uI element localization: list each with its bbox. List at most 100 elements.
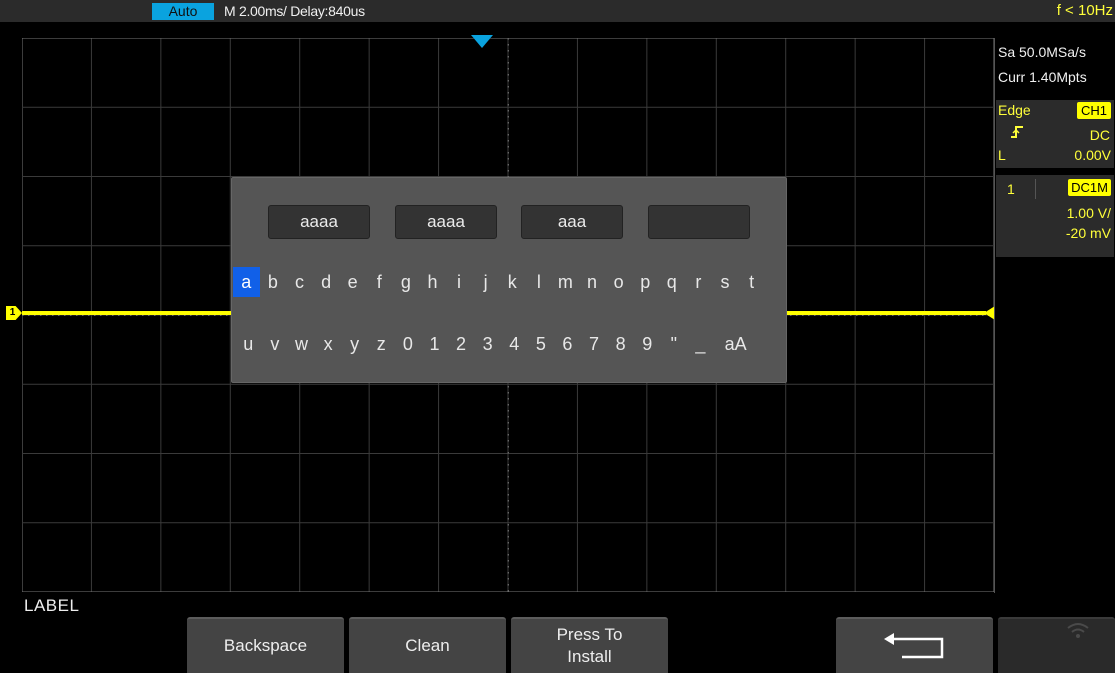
channel-scale: 1.00 V/ <box>1066 205 1111 221</box>
center-v-dot <box>507 44 509 46</box>
channel1-info-box[interactable]: 1 DC1M 1.00 V/ -20 mV <box>996 175 1114 257</box>
center-v-dot <box>507 464 509 466</box>
center-v-dot <box>507 482 509 484</box>
key-1[interactable]: v <box>262 329 289 359</box>
key-15[interactable]: p <box>632 267 659 297</box>
center-v-dot <box>507 536 509 538</box>
label-slot-1[interactable]: aaaa <box>268 205 370 239</box>
key-2[interactable]: c <box>286 267 313 297</box>
clean-button[interactable]: Clean <box>349 617 506 673</box>
backspace-button[interactable]: Backspace <box>187 617 344 673</box>
center-v-dot <box>507 506 509 508</box>
key-14[interactable]: o <box>605 267 632 297</box>
key-7[interactable]: h <box>419 267 446 297</box>
key-2[interactable]: w <box>288 329 315 359</box>
key-10[interactable]: k <box>499 267 526 297</box>
center-v-dot <box>507 128 509 130</box>
center-v-dot <box>507 572 509 574</box>
wifi-status-softkey <box>998 617 1115 673</box>
center-v-dot <box>507 152 509 154</box>
ch1-offset-marker[interactable]: 1 <box>6 306 22 320</box>
center-v-dot <box>507 452 509 454</box>
center-v-dot <box>507 74 509 76</box>
frequency-readout: f < 10Hz <box>1056 2 1113 19</box>
channel-offset: -20 mV <box>1065 225 1111 241</box>
key-6[interactable]: 0 <box>395 329 422 359</box>
key-19[interactable]: t <box>738 267 765 297</box>
key-8[interactable]: 2 <box>448 329 475 359</box>
key-18[interactable]: aA <box>714 329 758 359</box>
run-mode-badge[interactable]: Auto <box>152 3 214 20</box>
label-slot-3[interactable]: aaa <box>521 205 623 239</box>
center-v-dot <box>507 530 509 532</box>
key-15[interactable]: 9 <box>634 329 661 359</box>
key-16[interactable]: " <box>661 329 688 359</box>
center-v-dot <box>507 434 509 436</box>
center-v-dot <box>507 584 509 586</box>
key-9[interactable]: 3 <box>474 329 501 359</box>
center-v-dot <box>507 578 509 580</box>
center-v-dot <box>507 422 509 424</box>
key-11[interactable]: 5 <box>528 329 555 359</box>
key-16[interactable]: q <box>659 267 686 297</box>
key-17[interactable]: _ <box>687 329 714 359</box>
key-13[interactable]: n <box>579 267 606 297</box>
center-v-dot <box>507 122 509 124</box>
key-12[interactable]: 6 <box>554 329 581 359</box>
key-8[interactable]: i <box>446 267 473 297</box>
trigger-info-box[interactable]: Edge CH1 DC L 0.00V <box>996 100 1114 168</box>
key-5[interactable]: z <box>368 329 395 359</box>
center-v-dot <box>507 404 509 406</box>
center-v-dot <box>507 38 509 40</box>
key-0[interactable]: u <box>235 329 262 359</box>
key-row-2: u v w x y z 0 1 2 3 4 5 6 7 8 9 " _ aA <box>235 329 758 359</box>
key-4[interactable]: e <box>339 267 366 297</box>
center-v-dot <box>507 398 509 400</box>
center-v-dot <box>507 116 509 118</box>
key-4[interactable]: y <box>341 329 368 359</box>
key-5[interactable]: f <box>366 267 393 297</box>
center-v-dot <box>507 86 509 88</box>
center-v-dot <box>507 542 509 544</box>
trigger-position-marker[interactable] <box>471 35 493 48</box>
timebase-readout[interactable]: M 2.00ms/ Delay:840us <box>224 3 365 20</box>
key-17[interactable]: r <box>685 267 712 297</box>
key-10[interactable]: 4 <box>501 329 528 359</box>
label-keyboard-dialog: aaaa aaaa aaa abcdefghijklmnopqrst uvwxy… <box>231 177 787 383</box>
center-v-dot <box>507 560 509 562</box>
memory-depth: Curr 1.40Mpts <box>998 69 1087 85</box>
key-3[interactable]: x <box>315 329 342 359</box>
label-slot-2[interactable]: aaaa <box>395 205 497 239</box>
trigger-source: CH1 <box>1076 102 1111 119</box>
center-v-dot <box>507 524 509 526</box>
center-v-dot <box>507 512 509 514</box>
center-v-dot <box>507 80 509 82</box>
key-18[interactable]: s <box>712 267 739 297</box>
center-v-dot <box>507 110 509 112</box>
press-to-install-button[interactable]: Press To Install <box>511 617 668 673</box>
key-14[interactable]: 8 <box>607 329 634 359</box>
key-1[interactable]: b <box>260 267 287 297</box>
key-0[interactable]: a <box>233 267 260 297</box>
menu-title: LABEL <box>24 596 80 615</box>
key-12[interactable]: m <box>552 267 579 297</box>
center-v-dot <box>507 104 509 106</box>
key-3[interactable]: d <box>313 267 340 297</box>
key-9[interactable]: j <box>472 267 499 297</box>
center-v-dot <box>507 476 509 478</box>
key-7[interactable]: 1 <box>421 329 448 359</box>
center-v-dot <box>507 548 509 550</box>
return-button[interactable] <box>836 617 993 673</box>
key-11[interactable]: l <box>526 267 553 297</box>
center-v-dot <box>507 410 509 412</box>
key-13[interactable]: 7 <box>581 329 608 359</box>
trigger-type: Edge <box>998 102 1031 118</box>
center-v-dot <box>507 98 509 100</box>
center-v-dot <box>507 56 509 58</box>
center-v-dot <box>507 566 509 568</box>
center-v-dot <box>507 494 509 496</box>
key-6[interactable]: g <box>393 267 420 297</box>
center-v-dot <box>507 392 509 394</box>
label-slot-4[interactable] <box>648 205 750 239</box>
trigger-coupling: DC <box>1089 127 1110 143</box>
